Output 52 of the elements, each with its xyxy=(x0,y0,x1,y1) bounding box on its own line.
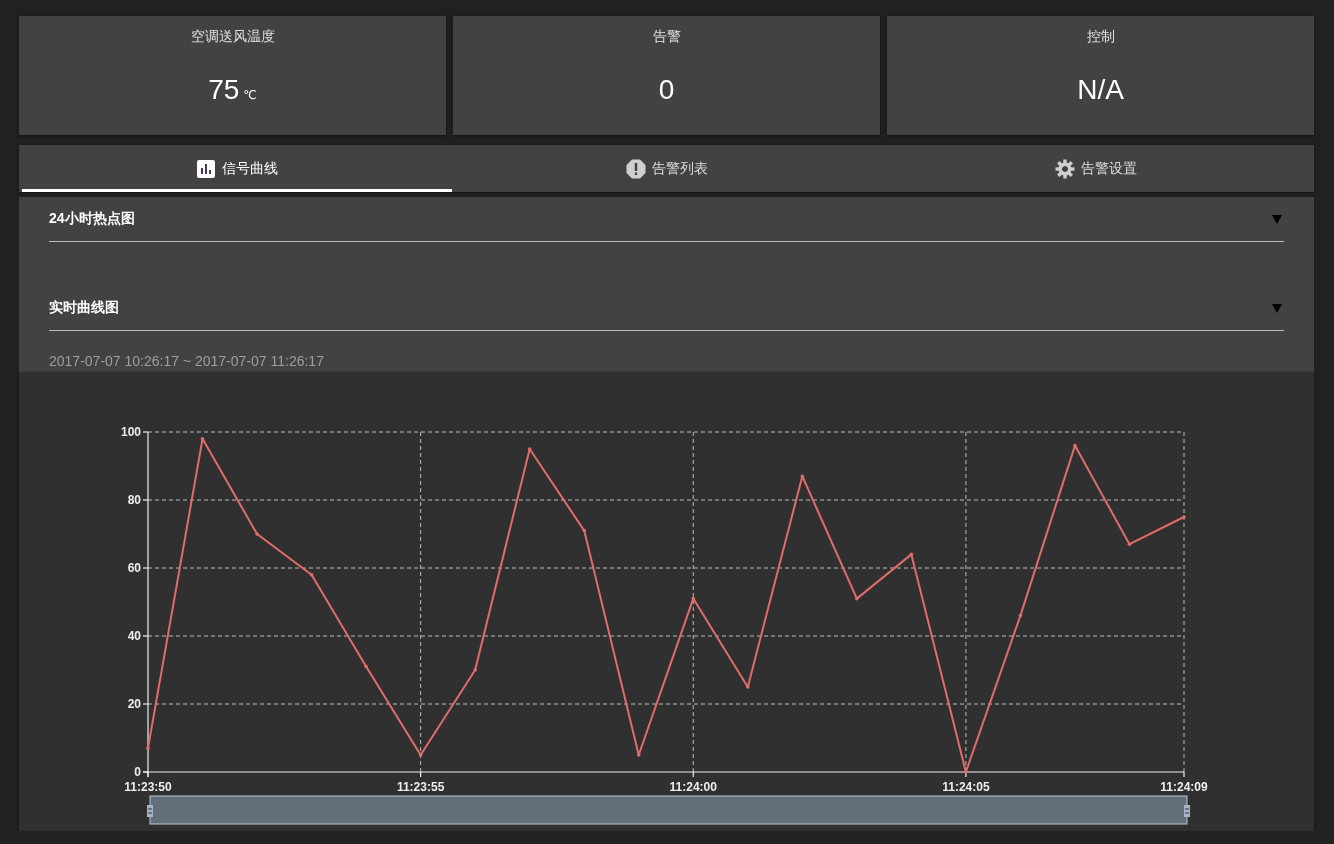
slider-handle[interactable] xyxy=(1184,805,1190,817)
card-value: 75 xyxy=(208,74,240,106)
data-point xyxy=(964,770,968,774)
data-point xyxy=(1127,542,1132,546)
data-point xyxy=(1018,613,1023,618)
caret-icon[interactable] xyxy=(1272,214,1282,224)
y-axis-label: 40 xyxy=(127,629,141,643)
data-point xyxy=(1182,515,1186,519)
y-axis-label: 60 xyxy=(127,561,141,575)
data-point xyxy=(473,668,477,672)
data-point xyxy=(146,746,150,750)
y-axis-label: 0 xyxy=(134,765,141,779)
data-point xyxy=(909,552,914,557)
x-axis-label: 11:23:50 xyxy=(124,780,172,794)
data-point xyxy=(255,532,259,536)
data-point xyxy=(800,474,805,478)
data-point xyxy=(309,573,314,577)
card-value: N/A xyxy=(1077,74,1124,106)
x-axis-label: 11:24:09 xyxy=(1160,780,1208,794)
y-axis-label: 20 xyxy=(127,697,141,711)
data-point xyxy=(691,596,696,601)
time-range: 2017-07-07 10:26:17 ~ 2017-07-07 11:26:17 xyxy=(49,352,325,371)
data-point xyxy=(527,447,532,451)
range-slider[interactable] xyxy=(149,795,1188,825)
tab[interactable]: 告警列表 xyxy=(451,145,882,192)
alert-icon xyxy=(625,158,646,179)
y-axis-label: 100 xyxy=(120,425,141,439)
data-point xyxy=(582,528,586,533)
x-axis-label: 11:23:55 xyxy=(396,780,445,794)
y-axis-label: 80 xyxy=(127,493,141,507)
caret-icon[interactable] xyxy=(1272,303,1282,313)
data-point xyxy=(636,753,641,757)
settings-icon xyxy=(1055,158,1076,179)
card-title: 空调送风温度 xyxy=(190,28,275,46)
x-axis-label: 11:24:05 xyxy=(942,780,990,794)
section-title[interactable]: 24小时热点图 xyxy=(49,210,135,228)
card-value: 0 xyxy=(658,74,675,106)
data-point xyxy=(418,753,423,757)
tab[interactable]: 告警设置 xyxy=(881,145,1311,192)
data-point xyxy=(1073,443,1077,448)
unit-label: ℃ xyxy=(243,88,257,102)
data-point xyxy=(855,596,859,601)
data-point xyxy=(200,437,205,441)
card-title: 控制 xyxy=(1086,28,1115,46)
tab[interactable]: 信号曲线 xyxy=(22,145,452,192)
x-axis-label: 11:24:00 xyxy=(669,780,717,794)
data-point xyxy=(364,664,368,669)
section-title[interactable]: 实时曲线图 xyxy=(49,299,119,317)
slider-handle[interactable] xyxy=(147,805,153,817)
data-point xyxy=(746,685,750,689)
bar-chart-icon xyxy=(195,158,216,179)
card-title: 告警 xyxy=(652,28,681,46)
